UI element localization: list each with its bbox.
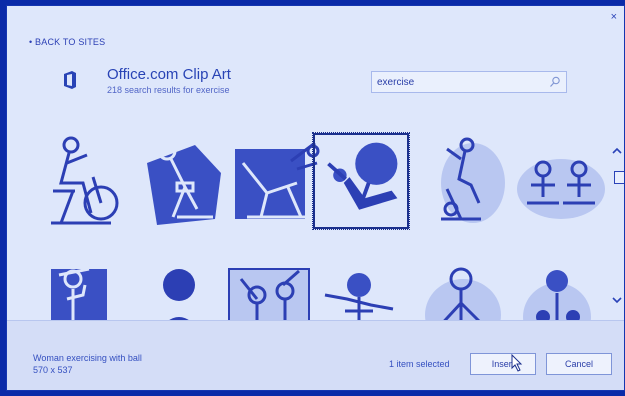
search-box[interactable] [371, 71, 567, 93]
source-title: Office.com Clip Art [107, 66, 231, 83]
clipart-result[interactable] [31, 133, 127, 229]
insert-button[interactable]: Insert [470, 353, 536, 375]
search-input[interactable] [377, 75, 537, 89]
scroll-up-arrow-icon[interactable] [611, 145, 623, 157]
close-button[interactable]: × [611, 11, 617, 23]
clipart-results-grid [7, 132, 624, 351]
cancel-button[interactable]: Cancel [546, 353, 612, 375]
clipart-result[interactable] [513, 133, 609, 229]
scroll-down-arrow-icon[interactable] [611, 294, 623, 306]
yoga-couple-clipart [517, 159, 605, 219]
scroll-position-indicator[interactable] [614, 171, 624, 184]
selected-item-name: Woman exercising with ball [33, 353, 142, 363]
exercise-bike-clipart [147, 141, 221, 225]
clipart-result[interactable] [421, 133, 517, 229]
selection-count: 1 item selected [389, 359, 450, 369]
clipart-result-selected[interactable] [312, 132, 410, 230]
woman-exercising-with-ball-clipart [327, 142, 398, 210]
selected-item-dimensions: 570 x 537 [33, 365, 73, 375]
dialog-footer: Woman exercising with ball 570 x 537 1 i… [7, 320, 624, 390]
back-to-sites-link[interactable]: • BACK TO SITES [29, 37, 105, 47]
mouse-pointer-icon [511, 354, 523, 372]
weight-bench-machine-clipart [235, 141, 320, 219]
man-on-exercise-bike-clipart [51, 136, 119, 225]
clipart-result[interactable] [133, 133, 229, 229]
woman-on-exercise-bike-clipart [441, 137, 505, 223]
search-icon[interactable] [548, 75, 562, 89]
insert-pictures-dialog: × • BACK TO SITES Office.com Clip Art 21… [6, 5, 625, 391]
clipart-result[interactable] [227, 133, 323, 229]
search-result-count: 218 search results for exercise [107, 85, 230, 95]
office-logo-icon [64, 71, 76, 89]
